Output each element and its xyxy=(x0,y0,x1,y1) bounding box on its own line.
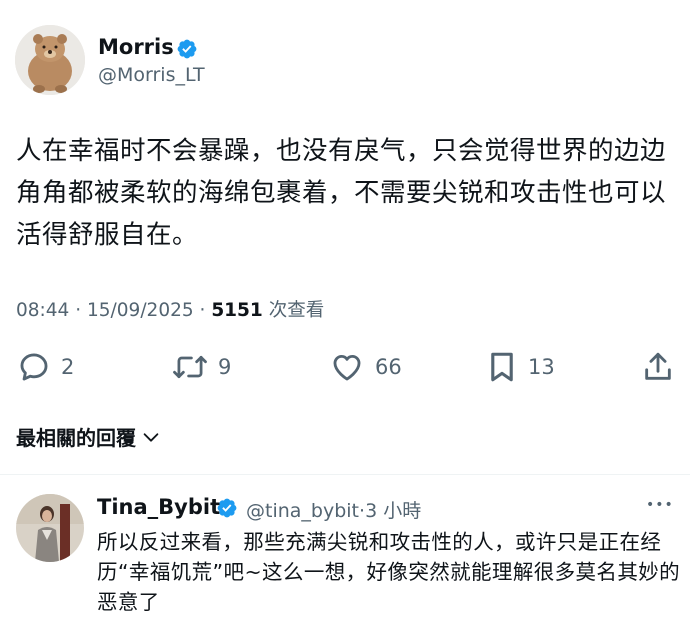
heart-icon xyxy=(333,354,361,381)
author-handle[interactable]: @Morris_LT xyxy=(98,64,205,86)
bookmark-count: 13 xyxy=(528,355,555,379)
verified-badge-icon xyxy=(176,38,198,60)
reply-icon xyxy=(20,353,48,381)
share-icon xyxy=(645,352,671,380)
reply-count: 2 xyxy=(61,355,75,379)
replies-sort-label: 最相關的回覆 xyxy=(16,426,136,450)
section-divider xyxy=(0,474,690,475)
tweet-meta: 08:44 · 15/09/2025 · 5151 次查看 xyxy=(16,296,324,322)
reply-time[interactable]: 3 小時 xyxy=(365,500,421,522)
like-button[interactable]: 66 xyxy=(329,350,402,384)
tweet-time[interactable]: 08:44 xyxy=(16,300,69,321)
tweet-text: 人在幸福时不会暴躁，也没有戾气，只会觉得世界的边边角角都被柔软的海绵包裹着，不需… xyxy=(16,136,667,250)
chevron-down-icon xyxy=(143,432,159,442)
author-avatar[interactable] xyxy=(15,25,85,95)
views-count: 5151 xyxy=(211,300,263,321)
author-name[interactable]: Morris xyxy=(98,35,174,59)
views-label: 次查看 xyxy=(268,300,325,321)
retweet-icon xyxy=(173,355,207,379)
bookmark-icon xyxy=(491,352,513,382)
meta-separator: · xyxy=(75,300,82,321)
reply-text: 所以反过来看，那些充满尖锐和攻击性的人，或许只是正在经历“幸福饥荒”吧~这么一想… xyxy=(97,530,681,614)
retweet-button[interactable]: 9 xyxy=(172,350,231,384)
more-options-button[interactable]: ••• xyxy=(646,497,674,513)
verified-badge-icon xyxy=(216,497,238,519)
meta-separator: · xyxy=(199,300,206,321)
share-button[interactable] xyxy=(641,350,675,384)
reply-button[interactable]: 2 xyxy=(17,350,74,384)
replies-sort-dropdown[interactable]: 最相關的回覆 xyxy=(16,422,162,451)
like-count: 66 xyxy=(375,355,402,379)
person-avatar-image xyxy=(16,494,84,562)
retweet-count: 9 xyxy=(218,355,232,379)
reply-meta: @tina_bybit·3 小時 xyxy=(246,496,421,523)
bookmark-button[interactable]: 13 xyxy=(486,350,555,384)
bear-avatar-image xyxy=(15,25,85,95)
tweet-date[interactable]: 15/09/2025 xyxy=(87,300,194,321)
reply-author-avatar[interactable] xyxy=(16,494,84,562)
reply-author-name[interactable]: Tina_Bybit xyxy=(97,495,220,519)
reply-author-handle[interactable]: @tina_bybit xyxy=(246,500,359,522)
